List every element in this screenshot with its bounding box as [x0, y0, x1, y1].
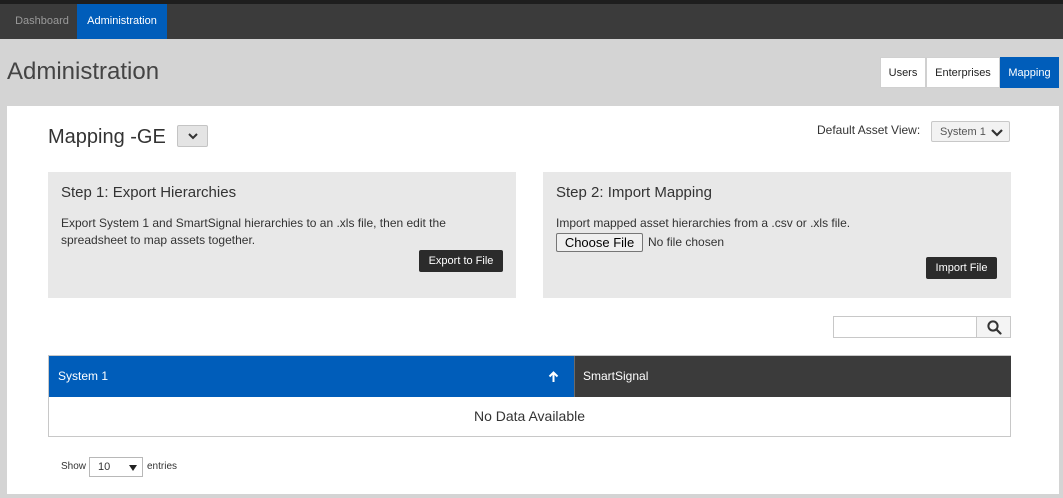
chevron-down-icon: [188, 133, 198, 140]
segment-mapping[interactable]: Mapping: [1000, 57, 1059, 88]
page-length-value: 10: [98, 461, 111, 473]
tab-dashboard[interactable]: Dashboard: [8, 4, 76, 39]
column-header-label: System 1: [58, 369, 109, 383]
step-import-panel: Step 2: Import Mapping Import mapped ass…: [543, 172, 1011, 298]
column-header-system1[interactable]: System 1: [49, 356, 574, 397]
step-export-panel: Step 1: Export Hierarchies Export System…: [48, 172, 516, 298]
show-label: Show: [61, 461, 87, 472]
step2-title: Step 2: Import Mapping: [556, 184, 712, 201]
top-nav: Dashboard Administration: [0, 4, 1063, 39]
step1-title: Step 1: Export Hierarchies: [61, 184, 237, 201]
search-input[interactable]: [833, 316, 977, 338]
mapping-dropdown-button[interactable]: [177, 125, 208, 147]
entries-label: entries: [147, 461, 178, 472]
mapping-table: System 1 SmartSignal No Data Available: [48, 355, 1011, 437]
step1-description: Export System 1 and SmartSignal hierarch…: [61, 216, 446, 247]
step2-description: Import mapped asset hierarchies from a .…: [556, 216, 851, 230]
chevron-down-icon: [991, 129, 1003, 137]
table-empty-message: No Data Available: [473, 408, 586, 424]
default-asset-view-select[interactable]: System 1: [931, 121, 1010, 142]
page-title: Administration: [7, 58, 160, 85]
choose-file-button[interactable]: Choose File: [556, 233, 643, 252]
segment-enterprises[interactable]: Enterprises: [926, 57, 1000, 88]
mapping-card: Mapping -GE Default Asset View: System 1…: [7, 106, 1059, 494]
search-icon: [987, 320, 1002, 335]
column-header-smartsignal[interactable]: SmartSignal: [574, 356, 1011, 397]
caret-down-icon: [129, 465, 137, 471]
no-file-chosen-text: No file chosen: [648, 235, 725, 249]
tab-administration[interactable]: Administration: [77, 4, 167, 39]
search-button[interactable]: [976, 316, 1011, 338]
default-asset-view-label: Default Asset View:: [817, 123, 921, 137]
default-asset-view-value: System 1: [940, 126, 986, 138]
mapping-title: Mapping -GE: [48, 126, 166, 148]
import-file-button[interactable]: Import File: [926, 257, 997, 279]
segment-users[interactable]: Users: [880, 57, 926, 88]
arrow-up-icon: [548, 371, 559, 382]
export-to-file-button[interactable]: Export to File: [419, 250, 503, 272]
page-length-select[interactable]: 10: [89, 457, 143, 477]
column-header-label: SmartSignal: [583, 369, 649, 383]
